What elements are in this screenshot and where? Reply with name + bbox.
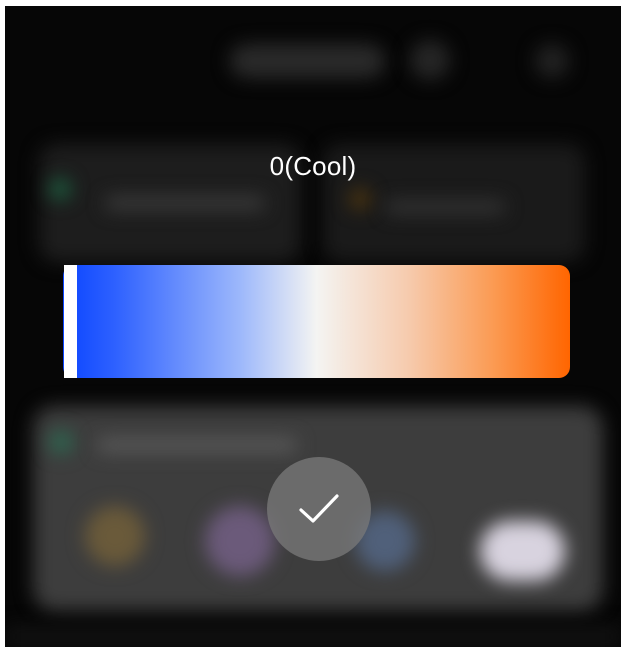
background-blur-shape (105, 196, 265, 210)
confirm-button[interactable] (267, 457, 371, 561)
background-blur-shape (480, 521, 565, 581)
background-blur-shape (49, 430, 73, 454)
background-blur-shape (5, 626, 621, 647)
background-blur-shape (85, 506, 145, 566)
color-temperature-slider[interactable] (63, 265, 570, 378)
background-blur-shape (410, 40, 450, 80)
screen: 0(Cool) (5, 6, 621, 647)
background-blur-shape (385, 200, 505, 214)
slider-indicator-handle[interactable] (64, 265, 77, 378)
background-blur-shape (205, 506, 275, 576)
checkmark-icon (299, 494, 339, 523)
background-blur-shape (230, 44, 385, 78)
background-blur-shape (97, 438, 297, 452)
background-blur-shape (535, 44, 569, 78)
background-blur-shape (349, 188, 371, 210)
color-temperature-value-label: 0(Cool) (269, 151, 357, 181)
